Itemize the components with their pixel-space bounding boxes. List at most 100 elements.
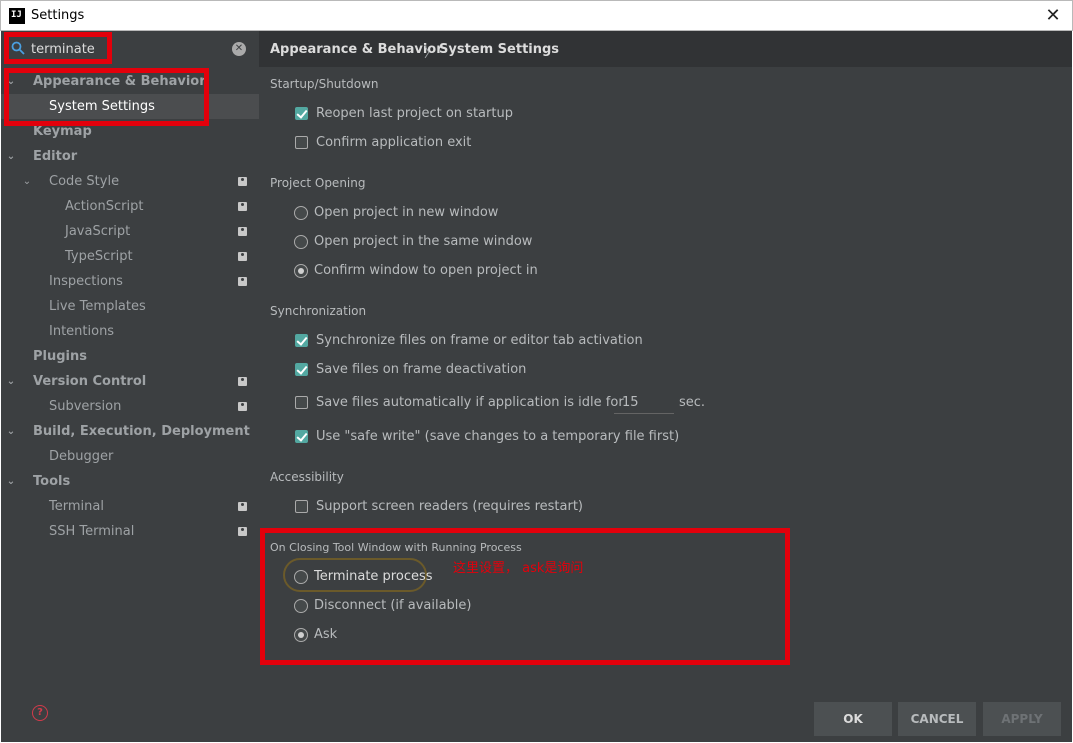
settings-tree: ⌄ Appearance & Behavior System Settings Key…	[1, 69, 259, 544]
sync-files-label[interactable]: Synchronize files on frame or editor tab…	[316, 333, 643, 348]
section-title-closing-tool-window: On Closing Tool Window with Running Proc…	[270, 541, 522, 554]
screen-readers-checkbox[interactable]	[295, 500, 308, 513]
tree-item-javascript[interactable]: JavaScript	[1, 219, 259, 244]
terminate-process-label[interactable]: Terminate process	[314, 569, 433, 584]
confirm-exit-label[interactable]: Confirm application exit	[316, 135, 471, 150]
tree-item-keymap[interactable]: Keymap	[1, 119, 259, 144]
save-idle-checkbox[interactable]	[295, 396, 308, 409]
window-title-bar: IJ Settings ✕	[0, 0, 1073, 31]
tree-item-label: Editor	[33, 149, 78, 164]
section-title-startup: Startup/Shutdown	[270, 77, 379, 91]
tree-item-label: Terminal	[49, 499, 104, 514]
project-scope-icon	[238, 177, 247, 186]
confirm-window-label[interactable]: Confirm window to open project in	[314, 263, 538, 278]
tree-item-system-settings[interactable]: System Settings	[1, 94, 259, 119]
tree-item-live-templates[interactable]: Live Templates	[1, 294, 259, 319]
tree-item-plugins[interactable]: Plugins	[1, 344, 259, 369]
tree-item-label: SSH Terminal	[49, 524, 135, 539]
confirm-window-radio[interactable]	[294, 264, 308, 278]
project-scope-icon	[238, 202, 247, 211]
breadcrumb-separator: 〉	[424, 46, 438, 61]
ask-label[interactable]: Ask	[314, 627, 337, 642]
confirm-exit-checkbox[interactable]	[295, 136, 308, 149]
tree-item-build-execution-deployment[interactable]: ⌄ Build, Execution, Deployment	[1, 419, 259, 444]
settings-search-bar: ✕	[1, 31, 259, 67]
tree-item-tools[interactable]: ⌄ Tools	[1, 469, 259, 494]
save-idle-label[interactable]: Save files automatically if application …	[316, 395, 624, 410]
tree-item-version-control[interactable]: ⌄ Version Control	[1, 369, 259, 394]
system-settings-content: Startup/Shutdown Reopen last project on …	[259, 67, 1072, 685]
tree-item-label: ActionScript	[65, 199, 144, 214]
tree-item-actionscript[interactable]: ActionScript	[1, 194, 259, 219]
tree-item-intentions[interactable]: Intentions	[1, 319, 259, 344]
section-title-synchronization: Synchronization	[270, 304, 367, 318]
tree-item-label: Keymap	[33, 124, 92, 139]
ask-radio[interactable]	[294, 628, 308, 642]
tree-item-editor[interactable]: ⌄ Editor	[1, 144, 259, 169]
tree-item-terminal[interactable]: Terminal	[1, 494, 259, 519]
tree-item-label: TypeScript	[65, 249, 133, 264]
section-title-project-opening: Project Opening	[270, 176, 366, 190]
open-new-window-label[interactable]: Open project in new window	[314, 205, 498, 220]
tree-item-typescript[interactable]: TypeScript	[1, 244, 259, 269]
idle-seconds-input[interactable]	[614, 391, 674, 414]
chevron-down-icon[interactable]: ⌄	[5, 144, 17, 169]
tree-item-appearance-behavior[interactable]: ⌄ Appearance & Behavior	[1, 69, 259, 94]
breadcrumb-parent[interactable]: Appearance & Behavior	[270, 42, 443, 57]
disconnect-radio[interactable]	[294, 599, 308, 613]
save-on-deactivation-checkbox[interactable]	[295, 363, 308, 376]
reopen-project-label[interactable]: Reopen last project on startup	[316, 106, 513, 121]
help-icon[interactable]: ?	[32, 705, 48, 721]
clear-search-icon[interactable]: ✕	[232, 42, 246, 56]
tree-item-label: Code Style	[49, 174, 120, 189]
tree-item-label: Subversion	[49, 399, 122, 414]
project-scope-icon	[238, 527, 247, 536]
open-same-window-label[interactable]: Open project in the same window	[314, 234, 532, 249]
chevron-down-icon[interactable]: ⌄	[5, 369, 17, 394]
tree-item-label: Plugins	[33, 349, 87, 364]
breadcrumb: Appearance & Behavior 〉 System Settings	[259, 31, 1072, 67]
safe-write-checkbox[interactable]	[295, 430, 308, 443]
open-same-window-radio[interactable]	[294, 235, 308, 249]
project-scope-icon	[238, 502, 247, 511]
reopen-project-checkbox[interactable]	[295, 107, 308, 120]
project-scope-icon	[238, 277, 247, 286]
safe-write-label[interactable]: Use "safe write" (save changes to a temp…	[316, 429, 679, 444]
settings-sidebar: ✕ ⌄ Appearance & Behavior System Settings K…	[1, 31, 259, 742]
terminate-process-radio[interactable]	[294, 570, 308, 584]
tree-item-label: Build, Execution, Deployment	[33, 424, 250, 439]
annotation-note: 这里设置， ask是询问	[453, 561, 584, 576]
project-scope-icon	[238, 227, 247, 236]
search-icon	[11, 41, 25, 55]
chevron-down-icon[interactable]: ⌄	[5, 69, 17, 94]
project-scope-icon	[238, 377, 247, 386]
tree-item-debugger[interactable]: Debugger	[1, 444, 259, 469]
project-scope-icon	[238, 252, 247, 261]
open-new-window-radio[interactable]	[294, 206, 308, 220]
chevron-down-icon[interactable]: ⌄	[5, 469, 17, 494]
tree-item-label: Intentions	[49, 324, 115, 339]
disconnect-label[interactable]: Disconnect (if available)	[314, 598, 472, 613]
idle-seconds-unit: sec.	[679, 395, 706, 410]
close-window-icon[interactable]: ✕	[1042, 5, 1064, 27]
tree-item-label: Debugger	[49, 449, 114, 464]
tree-item-ssh-terminal[interactable]: SSH Terminal	[1, 519, 259, 544]
ok-button[interactable]: OK	[814, 702, 892, 736]
tree-item-label: System Settings	[49, 99, 155, 114]
screen-readers-label[interactable]: Support screen readers (requires restart…	[316, 499, 583, 514]
tree-item-subversion[interactable]: Subversion	[1, 394, 259, 419]
apply-button[interactable]: APPLY	[983, 702, 1061, 736]
tree-item-label: Tools	[33, 474, 71, 489]
tree-item-inspections[interactable]: Inspections	[1, 269, 259, 294]
chevron-down-icon[interactable]: ⌄	[5, 419, 17, 444]
search-input[interactable]	[31, 40, 221, 58]
section-title-accessibility: Accessibility	[270, 470, 344, 484]
chevron-down-icon[interactable]: ⌄	[21, 169, 33, 194]
tree-item-label: Inspections	[49, 274, 123, 289]
dialog-button-bar: OK CANCEL APPLY	[259, 685, 1072, 742]
save-on-deactivation-label[interactable]: Save files on frame deactivation	[316, 362, 526, 377]
tree-item-code-style[interactable]: ⌄ Code Style	[1, 169, 259, 194]
cancel-button[interactable]: CANCEL	[898, 702, 976, 736]
tree-item-label: Version Control	[33, 374, 147, 389]
sync-files-checkbox[interactable]	[295, 334, 308, 347]
